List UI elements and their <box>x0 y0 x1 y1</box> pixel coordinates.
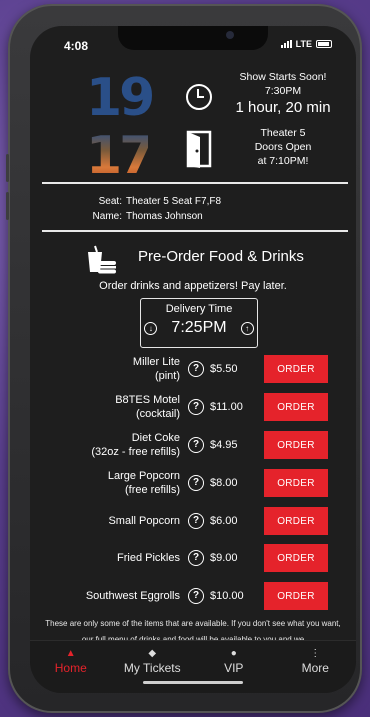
item-price: $5.50 <box>210 363 238 375</box>
more-icon: ⋮ <box>310 648 321 659</box>
doors-open: Doors Open <box>254 141 312 153</box>
delivery-time-picker: Delivery Time ↓ 7:25PM ↑ <box>140 298 258 348</box>
item-detail: (cocktail) <box>135 408 180 420</box>
ticket-icon: ◆ <box>148 648 157 659</box>
item-name: Miller Lite <box>132 356 180 368</box>
tab-label: VIP <box>224 661 244 675</box>
showtime-info: Show Starts Soon! 7:30PM 1 hour, 20 min <box>218 70 348 118</box>
person-icon: ● <box>230 648 237 659</box>
delivery-label: Delivery Time <box>165 303 233 315</box>
theater-info: Theater 5 Doors Open at 7:10PM! <box>218 126 348 168</box>
tab-my-tickets[interactable]: ◆ My Tickets <box>112 641 194 693</box>
tab-more[interactable]: ⋮ More <box>275 641 357 693</box>
show-countdown: 1 hour, 20 min <box>235 99 331 116</box>
poster-title-top: 19 <box>86 68 155 128</box>
network-label: LTE <box>295 39 312 49</box>
help-icon[interactable]: ? <box>188 399 204 415</box>
show-heading: Show Starts Soon! <box>239 71 327 83</box>
menu-item: Diet Coke (32oz - free refills) ? $4.95 O… <box>30 428 356 462</box>
home-icon: ▲ <box>65 648 76 659</box>
volume-down-button <box>6 192 9 220</box>
order-button[interactable]: ORDER <box>264 582 328 610</box>
item-detail: (pint) <box>154 370 180 382</box>
item-price: $4.95 <box>210 439 238 451</box>
order-button[interactable]: ORDER <box>264 544 328 572</box>
seat-label: Seat: <box>98 196 122 207</box>
menu-footnote: These are only some of the items that ar… <box>45 619 341 642</box>
tab-home[interactable]: ▲ Home <box>30 641 112 693</box>
home-indicator <box>143 681 243 684</box>
notch <box>118 26 268 50</box>
item-name: Large Popcorn <box>107 470 180 482</box>
item-price: $8.00 <box>210 477 238 489</box>
door-icon <box>186 130 212 168</box>
help-icon[interactable]: ? <box>188 550 204 566</box>
order-button[interactable]: ORDER <box>264 355 328 383</box>
tab-bar: ▲ Home ◆ My Tickets ● VIP ⋮ More <box>30 640 356 693</box>
item-name: Diet Coke <box>131 432 180 444</box>
item-name: Fried Pickles <box>117 552 180 564</box>
item-name: B8TES Motel <box>115 394 180 406</box>
battery-icon <box>316 40 332 48</box>
status-time: 4:08 <box>64 39 89 53</box>
help-icon[interactable]: ? <box>188 475 204 491</box>
decrease-time-button[interactable]: ↓ <box>144 321 158 335</box>
tab-label: My Tickets <box>123 661 181 675</box>
seat-value: Theater 5 Seat F7,F8 <box>126 196 222 207</box>
item-price: $6.00 <box>210 515 238 527</box>
poster-title-bottom: 17 <box>86 126 155 186</box>
item-price: $11.00 <box>210 401 243 413</box>
item-detail: (free refills) <box>124 484 180 496</box>
item-name: Small Popcorn <box>108 515 180 527</box>
menu-item: Fried Pickles ? $9.00 ORDER <box>30 541 356 575</box>
order-button[interactable]: ORDER <box>264 507 328 535</box>
doors-open-time: at 7:10PM! <box>257 155 309 167</box>
volume-up-button <box>6 154 9 182</box>
order-button[interactable]: ORDER <box>264 431 328 459</box>
food-drink-icon <box>88 245 116 274</box>
divider <box>42 230 348 232</box>
theater-name: Theater 5 <box>260 127 306 139</box>
item-price: $9.00 <box>210 552 238 564</box>
order-button[interactable]: ORDER <box>264 469 328 497</box>
tab-label: Home <box>54 661 87 675</box>
show-time: 7:30PM <box>264 85 302 97</box>
help-icon[interactable]: ? <box>188 361 204 377</box>
help-icon[interactable]: ? <box>188 437 204 453</box>
menu-item: Southwest Eggrolls ? $10.00 ORDER <box>30 579 356 613</box>
preorder-subtitle: Order drinks and appetizers! Pay later. <box>99 280 287 292</box>
help-icon[interactable]: ? <box>188 588 204 604</box>
item-name: Southwest Eggrolls <box>85 590 180 602</box>
menu-item: B8TES Motel (cocktail) ? $11.00 ORDER <box>30 390 356 424</box>
order-button[interactable]: ORDER <box>264 393 328 421</box>
divider <box>42 182 348 184</box>
name-label: Name: <box>92 211 122 222</box>
item-detail: (32oz - free refills) <box>91 446 180 458</box>
name-value: Thomas Johnson <box>126 211 203 222</box>
status-indicators: LTE <box>280 39 332 49</box>
item-price: $10.00 <box>210 590 244 602</box>
phone-frame: 4:08 LTE 19 17 Show Starts Soon! 7:30PM … <box>6 4 362 713</box>
menu-item: Large Popcorn (free refills) ? $8.00 ORDE… <box>30 466 356 500</box>
movie-poster[interactable]: 19 17 <box>86 68 155 192</box>
menu-item: Small Popcorn ? $6.00 ORDER <box>30 504 356 538</box>
preorder-title: Pre-Order Food & Drinks <box>138 248 304 265</box>
increase-time-button[interactable]: ↑ <box>240 321 254 335</box>
signal-icon <box>280 40 292 48</box>
camera <box>226 31 234 39</box>
menu-item: Miller Lite (pint) ? $5.50 ORDER <box>30 352 356 386</box>
tab-label: More <box>301 661 329 675</box>
ticket-details: Seat: Theater 5 Seat F7,F8 Name: Thomas Jo… <box>80 194 222 224</box>
tab-vip[interactable]: ● VIP <box>193 641 275 693</box>
clock-icon <box>186 84 212 110</box>
help-icon[interactable]: ? <box>188 513 204 529</box>
app-screen: 4:08 LTE 19 17 Show Starts Soon! 7:30PM … <box>30 26 356 693</box>
delivery-time-value: 7:25PM <box>171 319 227 336</box>
